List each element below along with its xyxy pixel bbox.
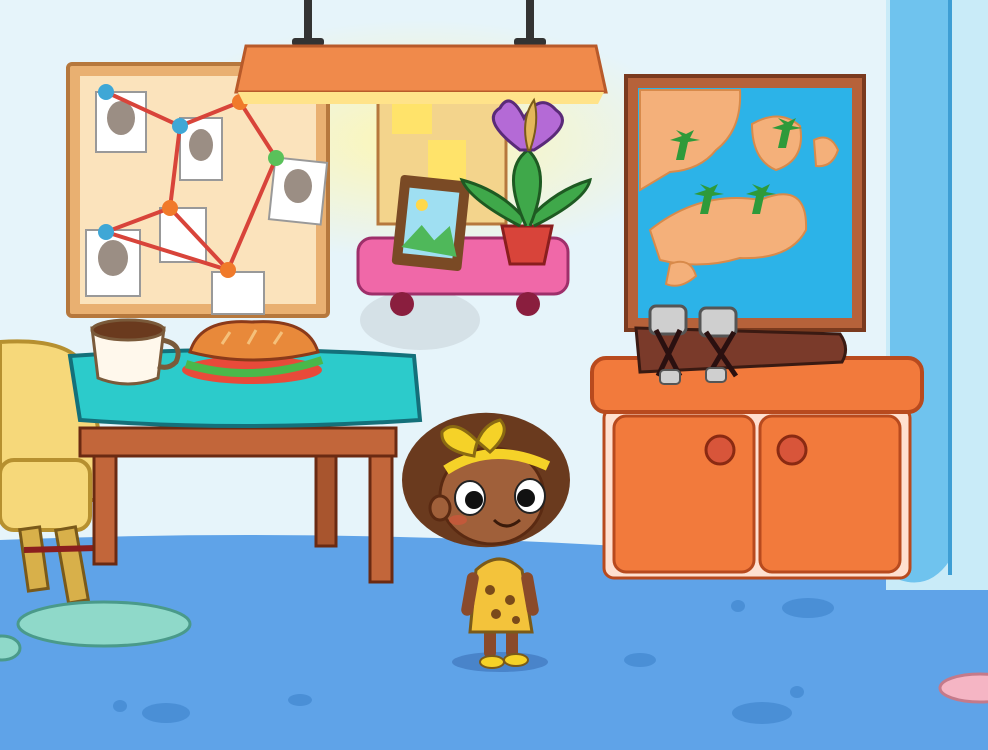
cabinet[interactable] (590, 356, 924, 580)
rug[interactable] (16, 600, 192, 648)
room-canvas (0, 0, 988, 750)
shelf-shadow (360, 290, 480, 350)
sub-sandwich[interactable] (182, 320, 324, 384)
game-scene (0, 0, 988, 750)
rug-edge-left (0, 634, 22, 662)
island-map[interactable] (624, 74, 866, 332)
photo-frame[interactable] (391, 174, 471, 272)
